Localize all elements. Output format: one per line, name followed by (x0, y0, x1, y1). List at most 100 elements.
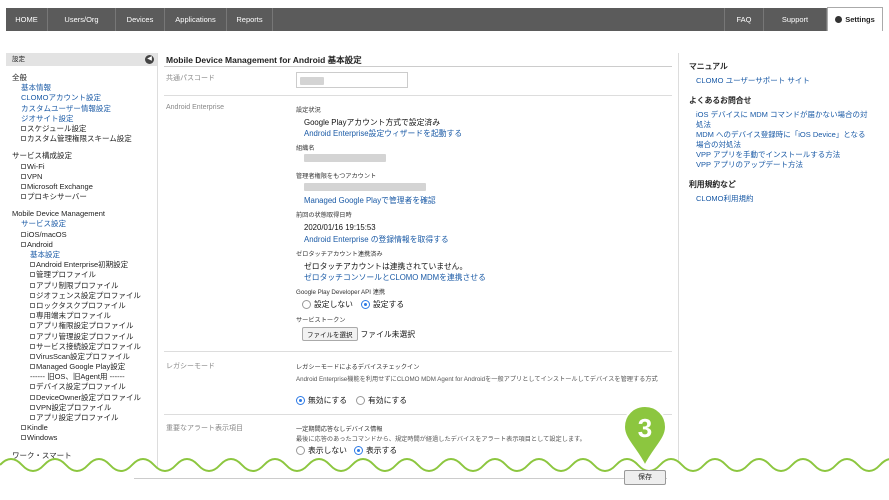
zerotouch-label: ゼロタッチアカウント連携済み (296, 251, 383, 258)
choose-file-button[interactable]: ファイルを選択 (302, 327, 358, 341)
expand-icon[interactable] (21, 435, 26, 441)
expand-icon[interactable] (21, 183, 26, 189)
expand-icon[interactable] (21, 231, 26, 237)
sidebar-item[interactable]: アプリ権限設定プロファイル (12, 321, 157, 331)
sidebar-item[interactable]: カスタム管理権限スキーム設定 (12, 134, 157, 144)
expand-icon[interactable] (30, 302, 35, 308)
sidebar-item[interactable]: Kindle (12, 423, 157, 433)
expand-icon[interactable] (30, 282, 35, 288)
faq-link[interactable]: 場合の対処法 (689, 140, 889, 150)
play-api-radio-yes[interactable]: 設定する (361, 299, 404, 310)
sidebar-item[interactable]: Wi-Fi (12, 162, 157, 172)
expand-icon[interactable] (30, 262, 35, 268)
sidebar-item[interactable]: アプリ管理設定プロファイル (12, 331, 157, 342)
fetch-registration-link[interactable]: Android Enterprise の登録情報を取得する (304, 234, 449, 245)
expand-icon[interactable] (21, 163, 26, 169)
sidebar-item[interactable]: VPN設定プロファイル (12, 402, 157, 413)
expand-icon[interactable] (30, 313, 35, 319)
sidebar-item[interactable]: アプリ設定プロファイル (12, 413, 157, 423)
sidebar-item[interactable]: Android Enterprise初期設定 (12, 260, 157, 270)
sidebar-item[interactable]: サービス接続設定プロファイル (12, 342, 157, 352)
sidebar-item[interactable]: 管理プロファイル (12, 270, 157, 280)
radio-unchecked[interactable] (302, 300, 311, 309)
sidebar-item[interactable]: デバイス設定プロファイル (12, 382, 157, 392)
expand-icon[interactable] (21, 136, 26, 142)
admin-account-masked (304, 183, 426, 191)
expand-icon[interactable] (21, 425, 26, 431)
sidebar-item[interactable]: Windows (12, 433, 157, 443)
faq-link[interactable]: VPP アプリのアップデート方法 (689, 160, 889, 170)
sidebar-item[interactable]: 専用端末プロファイル (12, 311, 157, 321)
callout-number: 3 (638, 413, 652, 443)
expand-icon[interactable] (30, 384, 35, 390)
expand-icon[interactable] (30, 394, 35, 400)
sidebar-item[interactable]: ロックタスクプロファイル (12, 301, 157, 311)
sidebar-item[interactable]: DeviceOwner設定プロファイル (12, 393, 157, 403)
sidebar-item[interactable]: プロキシサーバー (12, 192, 157, 202)
nav-devices[interactable]: Devices (116, 8, 165, 31)
sidebar-item[interactable]: Microsoft Exchange (12, 182, 157, 192)
nav-home[interactable]: HOME (6, 8, 48, 31)
expand-icon[interactable] (21, 125, 26, 131)
expand-icon[interactable] (30, 415, 35, 420)
faq-link[interactable]: iOS デバイスに MDM コマンドが届かない場合の対 (689, 110, 889, 120)
sidebar-item[interactable]: 基本設定 (12, 250, 157, 260)
save-button[interactable]: 保存 (624, 470, 666, 485)
expand-icon[interactable] (30, 343, 35, 349)
sidebar-item[interactable]: CLOMOアカウント設定 (12, 93, 157, 103)
nav-reports[interactable]: Reports (227, 8, 273, 31)
legacy-mode-label: レガシーモード (166, 363, 215, 370)
passcode-input[interactable] (296, 72, 408, 88)
sidebar-item[interactable]: Managed Google Play設定 (12, 362, 157, 372)
zerotouch-link[interactable]: ゼロタッチコンソールとCLOMO MDMを連携させる (304, 272, 486, 283)
setup-wizard-link[interactable]: Android Enterprise設定ウィザードを起動する (304, 128, 462, 139)
nav-faq[interactable]: FAQ (724, 8, 764, 31)
faq-link[interactable]: VPP アプリを手動でインストールする方法 (689, 150, 889, 160)
sidebar-item[interactable]: Android (12, 240, 157, 250)
expand-icon[interactable] (30, 272, 35, 278)
expand-icon[interactable] (21, 241, 26, 247)
expand-icon[interactable] (30, 353, 35, 359)
collapse-icon[interactable]: ◀ (145, 55, 154, 64)
faq-link[interactable]: MDM へのデバイス登録時に「iOS Device」となる (689, 130, 889, 140)
radio-checked[interactable] (296, 396, 305, 405)
play-api-radio-no[interactable]: 設定しない (302, 299, 353, 310)
terms-link[interactable]: CLOMO利用規約 (689, 194, 889, 204)
sidebar-item[interactable]: VPN (12, 172, 157, 182)
sidebar-item[interactable]: VirusScan設定プロファイル (12, 352, 157, 362)
sidebar-item-label: アプリ管理設定プロファイル (36, 331, 134, 341)
expand-icon[interactable] (30, 323, 35, 329)
expand-icon[interactable] (30, 364, 35, 370)
radio-checked[interactable] (361, 300, 370, 309)
expand-icon[interactable] (30, 404, 35, 410)
torn-edge-overlay (0, 458, 889, 500)
top-navigation: HOME Users/Org Devices Applications Repo… (0, 0, 889, 33)
legacy-radio-on[interactable]: 有効にする (356, 395, 407, 406)
expand-icon[interactable] (21, 173, 26, 179)
sidebar-item[interactable]: ジオフェンス設定プロファイル (12, 291, 157, 301)
sidebar-item-label: VPN設定プロファイル (36, 402, 112, 412)
radio-unchecked[interactable] (356, 396, 365, 405)
nav-settings[interactable]: Settings (827, 7, 883, 31)
expand-icon[interactable] (21, 194, 26, 200)
manual-link[interactable]: CLOMO ユーザーサポート サイト (689, 76, 889, 86)
sidebar-item[interactable]: サービス設定 (12, 219, 157, 229)
sidebar-item-label: Mobile Device Management (12, 209, 105, 219)
sidebar-item[interactable]: スケジュール設定 (12, 124, 157, 134)
sidebar-item[interactable]: 基本情報 (12, 83, 157, 93)
sidebar-item[interactable]: iOS/macOS (12, 230, 157, 240)
nav-support[interactable]: Support (764, 8, 827, 31)
nav-users-org[interactable]: Users/Org (48, 8, 116, 31)
sidebar-item[interactable]: カスタムユーザー情報設定 (12, 104, 157, 114)
faq-link[interactable]: 処法 (689, 120, 889, 130)
expand-icon[interactable] (30, 292, 35, 298)
divider (164, 414, 672, 415)
legacy-radio-off[interactable]: 無効にする (296, 395, 347, 406)
managed-google-play-admin-link[interactable]: Managed Google Playで管理者を確認 (304, 195, 436, 206)
expand-icon[interactable] (30, 333, 35, 339)
sidebar-item[interactable]: アプリ制限プロファイル (12, 281, 157, 291)
nav-applications[interactable]: Applications (165, 8, 227, 31)
sidebar-item[interactable]: ジオサイト設定 (12, 114, 157, 124)
sidebar-item-label: Managed Google Play設定 (36, 362, 126, 372)
